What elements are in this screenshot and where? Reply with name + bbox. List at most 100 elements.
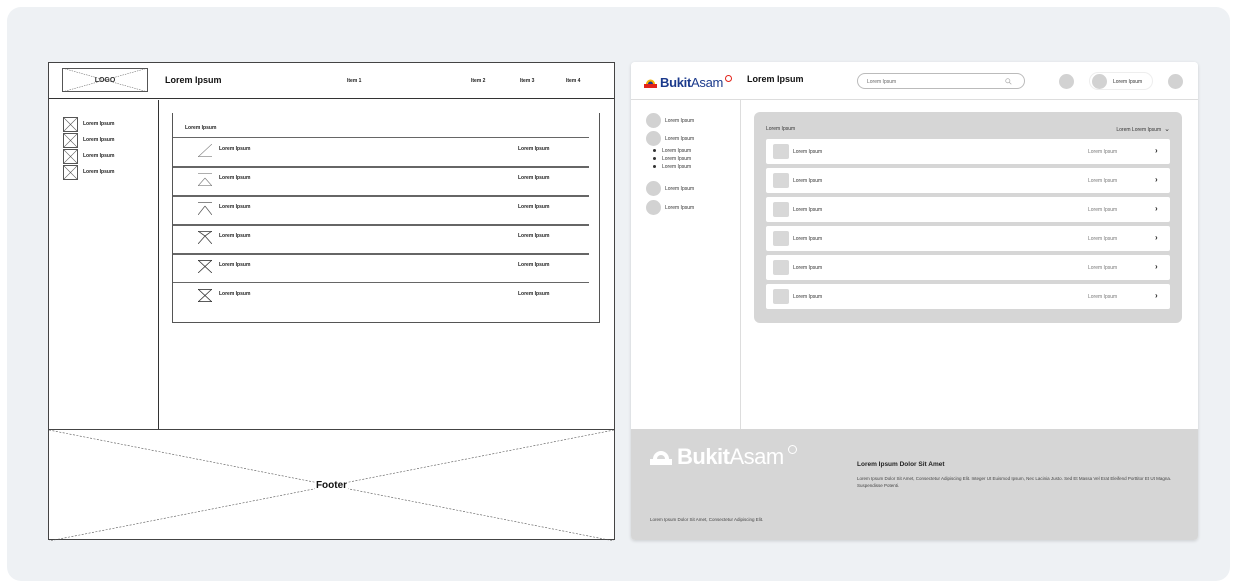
- menu-icon: [646, 131, 661, 146]
- bukitasam-logo-icon: [644, 76, 657, 89]
- sidebar-subitem[interactable]: Lorem Ipsum: [653, 164, 691, 170]
- bukitasam-logo-icon: [650, 451, 672, 465]
- thumbnail: [773, 144, 789, 159]
- menu-icon: [646, 200, 661, 215]
- table-row[interactable]: Lorem Ipsum Lorem Ipsum: [173, 224, 589, 249]
- row-value: Lorem Ipsum: [1088, 207, 1118, 213]
- row-value: Lorem Ipsum: [1088, 265, 1118, 271]
- list-item[interactable]: Lorem Ipsum Lorem Ipsum ›: [766, 284, 1170, 309]
- row-value: Lorem Ipsum: [518, 175, 550, 181]
- panel-filter-dropdown[interactable]: Lorem Lorem Ipsum ⌄: [1116, 125, 1170, 133]
- thumbnail: [773, 202, 789, 217]
- thumbnail: [773, 260, 789, 275]
- thumbnail: [773, 173, 789, 188]
- user-name: Lorem Ipsum: [1113, 79, 1143, 85]
- row-label: Lorem Ipsum: [219, 175, 251, 181]
- mockup-header: BukitAsam Lorem Ipsum Lorem Ipsum: [631, 62, 1198, 100]
- image-placeholder-icon: [198, 173, 212, 186]
- image-placeholder-icon: [63, 149, 78, 164]
- row-label: Lorem Ipsum: [793, 149, 823, 155]
- row-value: Lorem Ipsum: [518, 233, 550, 239]
- row-label: Lorem Ipsum: [219, 233, 251, 239]
- page-title: Lorem Ipsum: [747, 74, 804, 84]
- image-placeholder-icon: [198, 231, 212, 244]
- chevron-right-icon[interactable]: ›: [1155, 233, 1158, 242]
- image-placeholder-icon: [198, 260, 212, 273]
- table-row[interactable]: Lorem Ipsum Lorem Ipsum: [173, 166, 589, 191]
- sidebar-item-label: Lorem Ipsum: [83, 121, 115, 127]
- search-input[interactable]: [867, 76, 997, 87]
- brand-name-bold: Bukit: [660, 74, 692, 90]
- wireframe-sidebar: Lorem Ipsum Lorem Ipsum Lorem Ipsum Lore…: [49, 100, 159, 429]
- brand-mark-icon: [787, 444, 797, 454]
- chevron-down-icon: ⌄: [1164, 126, 1170, 133]
- table-row[interactable]: Lorem Ipsum Lorem Ipsum: [173, 137, 589, 162]
- image-placeholder-icon: [198, 202, 212, 215]
- row-label: Lorem Ipsum: [219, 262, 251, 268]
- sidebar-item-label: Lorem Ipsum: [665, 186, 695, 192]
- sidebar-item-label: Lorem Ipsum: [665, 118, 695, 124]
- logo-placeholder[interactable]: LOGO: [62, 68, 148, 92]
- table-row[interactable]: Lorem Ipsum Lorem Ipsum: [173, 282, 589, 307]
- list-item[interactable]: Lorem Ipsum Lorem Ipsum ›: [766, 139, 1170, 164]
- sidebar-subitem[interactable]: Lorem Ipsum: [653, 148, 691, 154]
- image-placeholder-icon: [63, 117, 78, 132]
- list-item[interactable]: Lorem Ipsum Lorem Ipsum ›: [766, 197, 1170, 222]
- settings-icon[interactable]: [1168, 74, 1183, 89]
- thumbnail: [773, 231, 789, 246]
- sidebar-item-label: Lorem Ipsum: [83, 137, 115, 143]
- sidebar-item-label: Lorem Ipsum: [665, 205, 695, 211]
- nav-item-2[interactable]: Item 2: [471, 78, 485, 84]
- list-item[interactable]: Lorem Ipsum Lorem Ipsum ›: [766, 255, 1170, 280]
- footer-label: Footer: [314, 480, 349, 491]
- image-placeholder-icon: [198, 144, 212, 157]
- sidebar-item[interactable]: Lorem Ipsum: [63, 133, 158, 149]
- logo-label: LOGO: [94, 76, 116, 84]
- table-row[interactable]: Lorem Ipsum Lorem Ipsum: [173, 195, 589, 220]
- nav-item-4[interactable]: Item 4: [566, 78, 580, 84]
- footer-text: Lorem Ipsum Dolor Sit Amet, Consectetur …: [857, 476, 1172, 488]
- chevron-right-icon[interactable]: ›: [1155, 291, 1158, 300]
- row-value: Lorem Ipsum: [1088, 294, 1118, 300]
- thumbnail: [773, 289, 789, 304]
- footer-placeholder: Footer: [49, 429, 614, 541]
- chevron-right-icon[interactable]: ›: [1155, 204, 1158, 213]
- search-box[interactable]: [857, 73, 1025, 89]
- row-label: Lorem Ipsum: [793, 236, 823, 242]
- row-label: Lorem Ipsum: [793, 265, 823, 271]
- sidebar-item[interactable]: Lorem Ipsum: [63, 117, 158, 133]
- row-value: Lorem Ipsum: [518, 204, 550, 210]
- row-label: Lorem Ipsum: [793, 294, 823, 300]
- nav-item-1[interactable]: Item 1: [347, 78, 361, 84]
- menu-icon: [646, 113, 661, 128]
- chevron-right-icon[interactable]: ›: [1155, 175, 1158, 184]
- avatar: [1092, 74, 1107, 89]
- mockup-sidebar: Lorem Ipsum Lorem Ipsum Lorem Ipsum Lore…: [631, 100, 741, 429]
- row-value: Lorem Ipsum: [518, 262, 550, 268]
- brand-mark-icon: [725, 74, 733, 82]
- notification-icon[interactable]: [1059, 74, 1074, 89]
- chevron-right-icon[interactable]: ›: [1155, 146, 1158, 155]
- row-label: Lorem Ipsum: [793, 207, 823, 213]
- brand-logo[interactable]: BukitAsam: [644, 73, 733, 91]
- nav-item-3[interactable]: Item 3: [520, 78, 534, 84]
- row-label: Lorem Ipsum: [219, 204, 251, 210]
- table-row[interactable]: Lorem Ipsum Lorem Ipsum: [173, 253, 589, 278]
- wireframe-page: LOGO Lorem Ipsum Item 1 Item 2 Item 3 It…: [48, 62, 615, 541]
- wireframe-content: Lorem Ipsum Lorem Ipsum Lorem Ipsum Lore…: [172, 113, 600, 323]
- sidebar-subitem[interactable]: Lorem Ipsum: [653, 156, 691, 162]
- search-icon[interactable]: [1005, 78, 1012, 85]
- page-title: Lorem Ipsum: [165, 75, 222, 85]
- row-value: Lorem Ipsum: [1088, 236, 1118, 242]
- list-item[interactable]: Lorem Ipsum Lorem Ipsum ›: [766, 226, 1170, 251]
- chevron-right-icon[interactable]: ›: [1155, 262, 1158, 271]
- row-label: Lorem Ipsum: [793, 178, 823, 184]
- sidebar-item[interactable]: Lorem Ipsum: [63, 149, 158, 165]
- footer-heading: Lorem Ipsum Dolor Sit Amet: [857, 461, 945, 468]
- list-item[interactable]: Lorem Ipsum Lorem Ipsum ›: [766, 168, 1170, 193]
- user-menu[interactable]: Lorem Ipsum: [1089, 72, 1153, 90]
- content-panel: Lorem Ipsum Lorem Lorem Ipsum ⌄ Lorem Ips…: [754, 112, 1182, 323]
- sidebar-item-label: Lorem Ipsum: [83, 169, 115, 175]
- row-label: Lorem Ipsum: [219, 291, 251, 297]
- sidebar-item[interactable]: Lorem Ipsum: [63, 165, 158, 181]
